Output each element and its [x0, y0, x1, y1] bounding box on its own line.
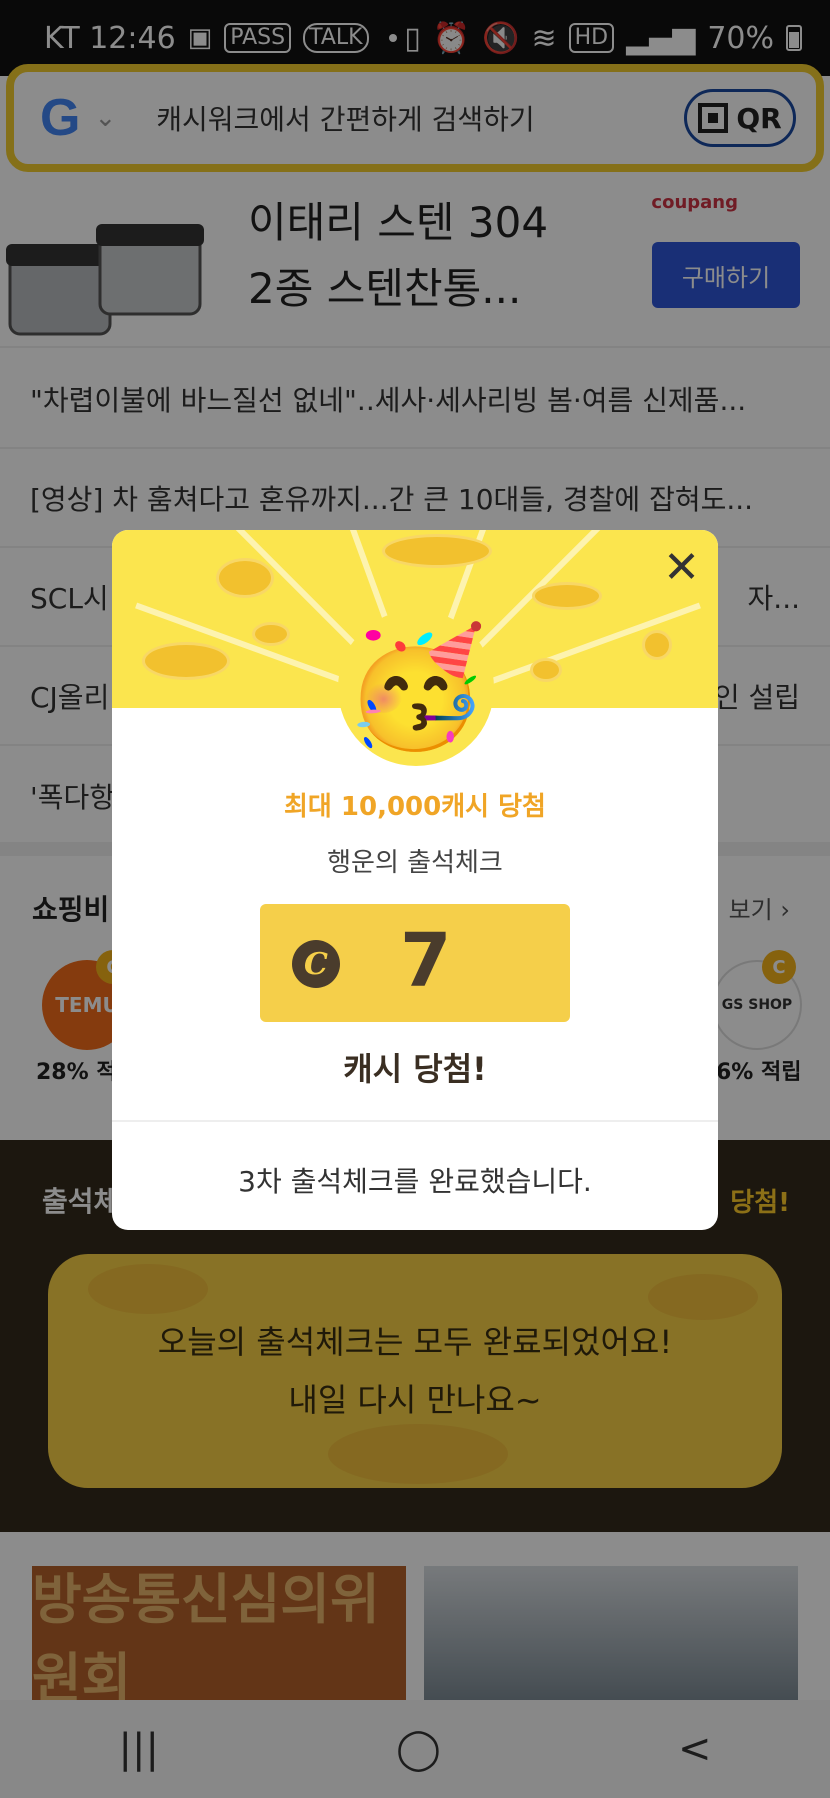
close-icon[interactable]: ✕ [663, 546, 700, 590]
attendance-complete-message: 3차 출석체크를 완료했습니다. [238, 1165, 592, 1198]
cash-win-text: 캐시 당첨! [343, 1050, 487, 1088]
coin-decoration-icon [530, 658, 562, 682]
coin-decoration-icon [532, 582, 602, 610]
coin-decoration-icon [252, 622, 290, 646]
coin-decoration-icon [642, 630, 672, 660]
attendance-reward-modal: ✕ 🥳 최대 10,000캐시 당첨 행운의 출석체크 C 7 캐시 당첨! 3… [112, 530, 718, 1230]
coin-decoration-icon [382, 534, 492, 568]
reward-amount: 7 [400, 918, 452, 1004]
party-face-icon: 🥳 [338, 610, 494, 766]
cash-coin-icon: C [292, 940, 340, 988]
coin-decoration-icon [142, 642, 230, 680]
coin-decoration-icon [216, 558, 274, 598]
modal-subtitle: 행운의 출석체크 [327, 848, 503, 878]
max-prize-text: 최대 10,000캐시 당첨 [284, 792, 546, 822]
reward-amount-box: C 7 [260, 904, 570, 1022]
modal-divider [112, 1120, 718, 1122]
